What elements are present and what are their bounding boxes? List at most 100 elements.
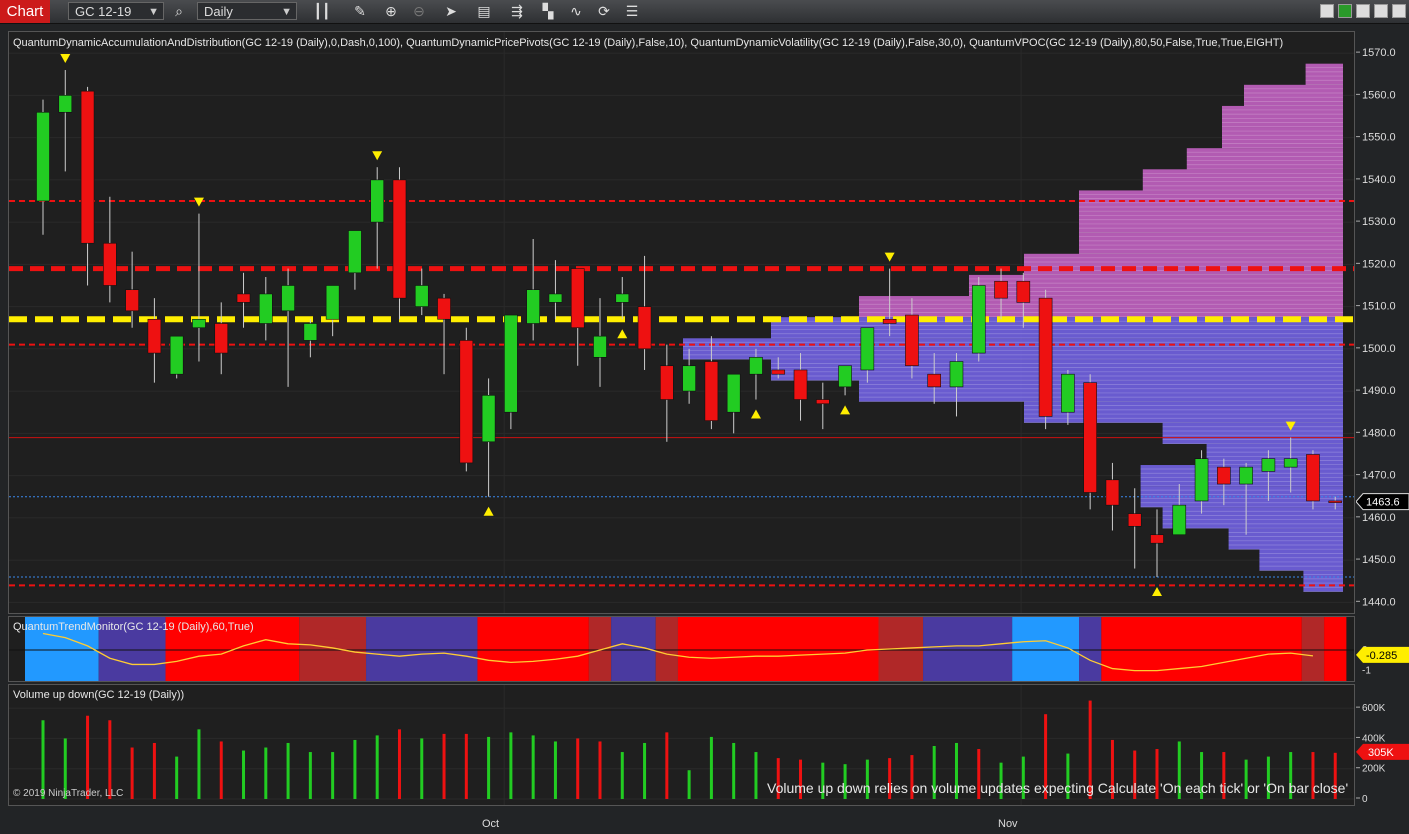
- volume-profile-bar: [1305, 63, 1343, 85]
- close-button[interactable]: [1392, 4, 1406, 18]
- pivot-low-marker: [840, 405, 851, 415]
- candle: [1306, 450, 1320, 510]
- pencil-icon[interactable]: ✎: [350, 2, 370, 21]
- volume-profile-bar: [1079, 232, 1343, 254]
- instrument-value: GC 12-19: [75, 4, 132, 19]
- candle: [481, 378, 496, 497]
- price-axis[interactable]: 1570.0 1560.0 1550.0 1540.0 1530.0 1520.0 1510…: [1355, 31, 1409, 614]
- volume-profile-bar: [1244, 84, 1343, 106]
- pivot-high-marker: [193, 197, 204, 207]
- trend-axis[interactable]: 0-1-0.285: [1356, 616, 1409, 682]
- volume-bar: [86, 715, 90, 799]
- volume-bar: [353, 739, 357, 799]
- volume-bar: [286, 742, 290, 799]
- pivot-high-marker: [60, 54, 71, 64]
- candle: [103, 196, 117, 303]
- volume-bar: [643, 742, 647, 799]
- price-axis-label: 1540.0: [1362, 174, 1396, 186]
- data-box-icon[interactable]: ▤: [474, 2, 494, 21]
- volume-bar: [308, 752, 312, 799]
- price-axis-label: 1460.0: [1362, 512, 1396, 524]
- price-indicator-label: QuantumDynamicAccumulationAndDistributio…: [13, 37, 1284, 49]
- search-icon[interactable]: ⌕: [169, 2, 189, 21]
- pivot-high-marker: [884, 252, 895, 262]
- candle: [281, 268, 295, 387]
- price-panel[interactable]: QuantumDynamicAccumulationAndDistributio…: [8, 31, 1355, 614]
- trend-panel[interactable]: QuantumTrendMonitor(GC 12-19 (Daily),60,…: [8, 616, 1355, 682]
- volume-profile-bar: [1162, 422, 1343, 444]
- candle: [504, 314, 518, 430]
- timeframe-selector[interactable]: Daily ▼: [197, 2, 297, 20]
- properties-icon[interactable]: ☰: [622, 2, 642, 21]
- price-axis-label: 1470.0: [1362, 470, 1396, 482]
- zoom-in-icon[interactable]: ⊕: [381, 2, 401, 21]
- candle: [459, 327, 474, 472]
- candle: [192, 213, 206, 362]
- volume-profile-bar: [1259, 549, 1343, 571]
- volume-bar: [242, 750, 246, 799]
- price-axis-label: 1510.0: [1362, 301, 1396, 313]
- time-axis[interactable]: Oct Nov: [8, 808, 1355, 834]
- volume-profile-bar: [1222, 127, 1343, 149]
- candle: [570, 268, 585, 366]
- volume-axis-label: 600K: [1362, 703, 1386, 714]
- volume-bar: [197, 729, 201, 799]
- price-axis-label: 1570.0: [1362, 47, 1396, 59]
- candle: [1150, 509, 1164, 577]
- volume-profile-bar: [1142, 169, 1343, 191]
- volume-panel[interactable]: Volume up down(GC 12-19 (Daily)) Volume …: [8, 684, 1355, 806]
- bars-icon[interactable]: ┃┃: [312, 2, 332, 21]
- candle: [414, 268, 429, 316]
- pivot-low-marker: [750, 409, 761, 419]
- pivot-low-marker: [1152, 586, 1162, 596]
- volume-bar: [130, 747, 134, 799]
- candle: [36, 99, 50, 235]
- last-price-label: 1463.6: [1366, 497, 1400, 509]
- volume-profile-bar: [1024, 253, 1343, 275]
- minimize-button[interactable]: [1320, 4, 1334, 18]
- price-axis-label: 1490.0: [1362, 385, 1396, 397]
- instrument-selector[interactable]: GC 12-19 ▼: [68, 2, 164, 20]
- volume-bar: [175, 756, 179, 799]
- volume-profile-bar: [1222, 105, 1343, 128]
- pointer-icon[interactable]: ➤: [441, 2, 461, 21]
- chevron-down-icon: ▼: [148, 6, 159, 18]
- maximize-button[interactable]: [1374, 4, 1388, 18]
- candle: [303, 319, 318, 358]
- strategy-icon[interactable]: ⇶: [507, 2, 527, 21]
- chart-tab[interactable]: Chart: [0, 0, 50, 23]
- volume-bar: [375, 735, 379, 799]
- volume-bar: [397, 729, 401, 799]
- drawing-tools-icon[interactable]: ▚: [538, 2, 558, 21]
- zoom-out-icon[interactable]: ⊖: [409, 2, 429, 21]
- time-label-oct: Oct: [482, 818, 500, 830]
- volume-bar: [732, 742, 736, 799]
- restore-button[interactable]: [1356, 4, 1370, 18]
- candle: [259, 277, 273, 341]
- reload-icon[interactable]: ⟳: [594, 2, 614, 21]
- volume-bar: [509, 732, 513, 799]
- candle: [437, 293, 451, 375]
- volume-bar: [442, 733, 446, 799]
- candle: [1105, 462, 1120, 531]
- candle: [660, 344, 674, 442]
- price-chart[interactable]: [9, 32, 1355, 614]
- candle: [615, 277, 630, 320]
- volume-bar: [687, 770, 691, 799]
- candle: [971, 277, 986, 362]
- candle: [1083, 374, 1097, 510]
- candle: [949, 353, 964, 417]
- volume-axis-label: 0: [1362, 794, 1368, 805]
- volume-axis[interactable]: 600K 400K 200K 0 305K: [1356, 684, 1409, 806]
- volume-note: Volume up down relies on volume updates …: [767, 780, 1349, 796]
- indicators-icon[interactable]: ∿: [566, 2, 586, 21]
- timeframe-value: Daily: [204, 4, 233, 19]
- volume-value-label: 305K: [1368, 747, 1394, 759]
- price-axis-label: 1500.0: [1362, 343, 1396, 355]
- volume-bar: [553, 741, 557, 799]
- link-button[interactable]: [1338, 4, 1352, 18]
- trend-indicator-label: QuantumTrendMonitor(GC 12-19 (Daily),60,…: [13, 621, 254, 633]
- price-axis-label: 1450.0: [1362, 554, 1396, 566]
- volume-bar: [709, 736, 713, 799]
- price-axis-label: 1560.0: [1362, 89, 1396, 101]
